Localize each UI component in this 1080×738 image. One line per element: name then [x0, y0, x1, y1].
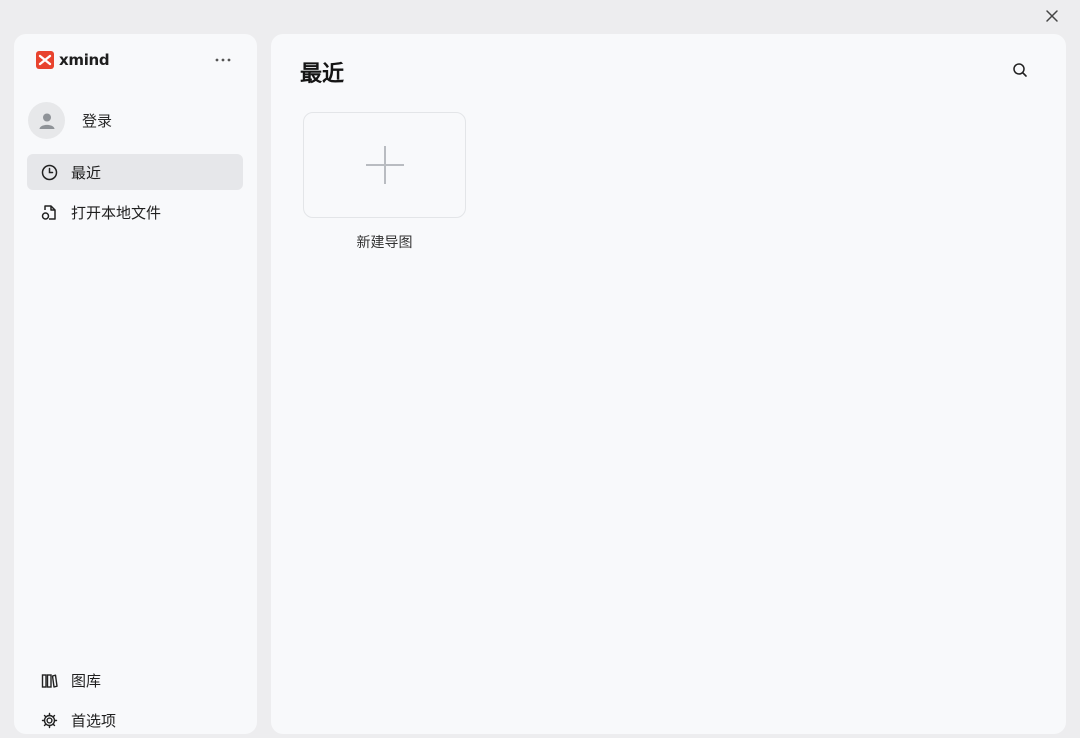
- xmind-logo: xmind: [36, 51, 110, 69]
- gear-icon: [40, 711, 58, 729]
- library-icon: [40, 671, 58, 689]
- clock-icon: [40, 163, 58, 181]
- login-label: 登录: [82, 112, 113, 130]
- logo-text: xmind: [59, 51, 110, 69]
- avatar: [28, 102, 65, 139]
- plus-icon: [365, 146, 404, 184]
- user-icon: [39, 113, 54, 129]
- sidebar-item-open-local-file[interactable]: 打开本地文件: [27, 194, 243, 230]
- sidebar-item-label: 打开本地文件: [71, 203, 162, 222]
- more-menu-button[interactable]: [214, 52, 232, 68]
- open-file-icon: [40, 203, 58, 221]
- new-map-card[interactable]: [303, 112, 466, 218]
- sidebar-item-recent[interactable]: 最近: [27, 154, 243, 190]
- more-dots-icon: [215, 58, 231, 62]
- page-title: 最近: [300, 62, 345, 87]
- search-icon: [1013, 63, 1027, 77]
- close-icon: [1046, 10, 1058, 22]
- sidebar-item-library[interactable]: 图库: [27, 662, 243, 698]
- login-button[interactable]: 登录: [28, 102, 112, 139]
- sidebar-item-preferences[interactable]: 首选项: [27, 702, 243, 738]
- sidebar-item-label: 图库: [71, 671, 102, 690]
- main-panel: 最近 新建导图: [271, 34, 1066, 734]
- search-button[interactable]: [1010, 60, 1030, 80]
- sidebar: xmind 登录 最近 打开本地文件 图库 首选项: [14, 34, 257, 734]
- sidebar-item-label: 最近: [71, 163, 102, 182]
- close-window-button[interactable]: [1042, 6, 1062, 26]
- xmind-logo-icon: [36, 51, 54, 69]
- sidebar-item-label: 首选项: [71, 711, 117, 730]
- new-map-label: 新建导图: [356, 235, 413, 251]
